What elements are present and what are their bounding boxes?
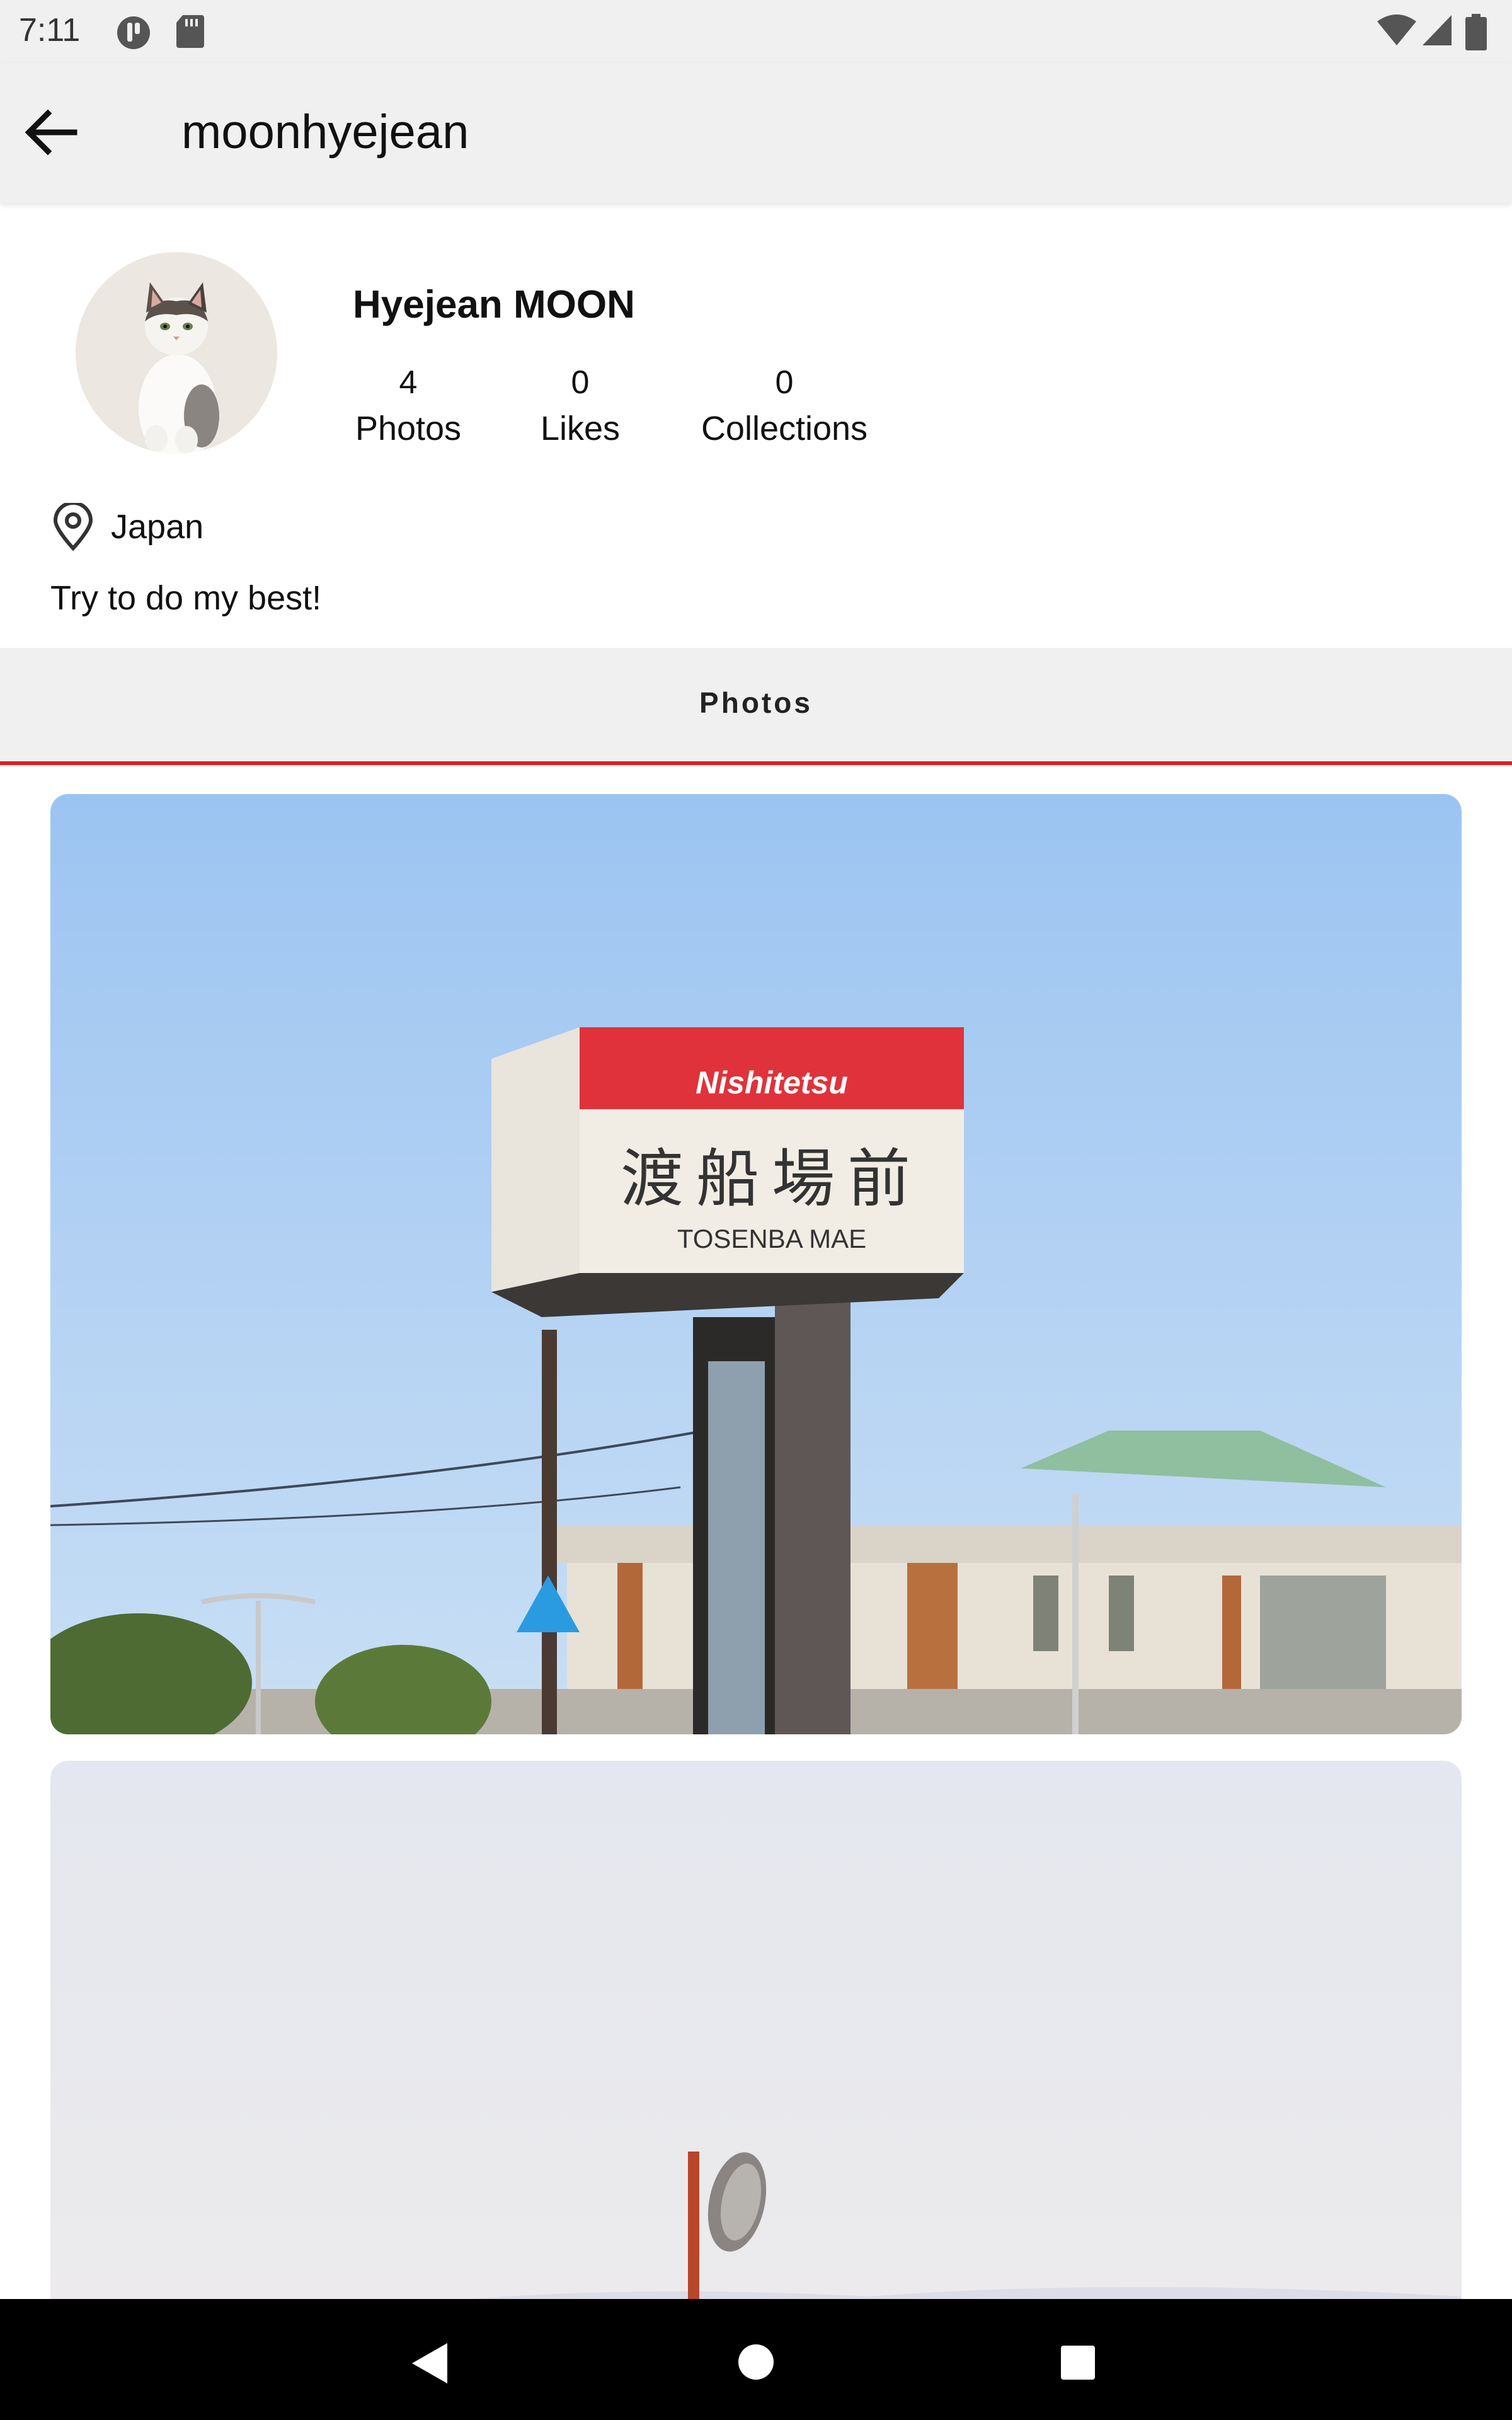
app-bar: moonhyejean bbox=[0, 63, 1512, 203]
back-triangle-icon[interactable] bbox=[410, 2341, 450, 2386]
cellular-signal-icon bbox=[1423, 15, 1452, 45]
avatar bbox=[76, 252, 277, 454]
bus-stop-photo: Nishitetsu 渡船場前 TOSENBA MAE bbox=[50, 794, 1462, 1734]
recents-square-icon[interactable] bbox=[1060, 2344, 1096, 2381]
wifi-icon bbox=[1377, 14, 1416, 45]
back-button[interactable] bbox=[19, 101, 82, 164]
navigation-bar bbox=[0, 2299, 1512, 2420]
stat-count: 4 bbox=[399, 364, 418, 401]
battery-icon bbox=[1465, 14, 1487, 50]
sign-kanji-text: 渡船場前 bbox=[621, 1142, 923, 1216]
status-time: 7:11 bbox=[19, 12, 81, 49]
stat-label: Likes bbox=[540, 410, 621, 447]
stat-photos[interactable]: 4 Photos bbox=[353, 360, 464, 452]
profile-bio: Try to do my best! bbox=[50, 579, 322, 617]
cat-avatar-image bbox=[76, 252, 277, 454]
sign-romaji-text: TOSENBA MAE bbox=[677, 1224, 866, 1253]
home-circle-icon[interactable] bbox=[737, 2343, 775, 2381]
profile-name: Hyejean MOON bbox=[353, 283, 635, 326]
location-text: Japan bbox=[111, 508, 204, 546]
arrow-left-icon bbox=[25, 109, 77, 156]
sign-brand-text: Nishitetsu bbox=[696, 1065, 848, 1100]
photo-card[interactable]: Nishitetsu 渡船場前 TOSENBA MAE bbox=[50, 794, 1462, 1734]
stat-label: Photos bbox=[355, 410, 462, 447]
location-pin-icon bbox=[53, 503, 93, 551]
stat-likes[interactable]: 0 Likes bbox=[533, 360, 627, 452]
tab-bar: Photos bbox=[0, 648, 1512, 765]
page-title: moonhyejean bbox=[181, 105, 469, 159]
stat-collections[interactable]: 0 Collections bbox=[693, 360, 876, 452]
stat-count: 0 bbox=[571, 364, 590, 401]
stat-count: 0 bbox=[775, 364, 794, 401]
tab-photos[interactable]: Photos bbox=[0, 686, 1512, 720]
status-bar: 7:11 bbox=[0, 0, 1512, 63]
stat-label: Collections bbox=[701, 410, 868, 447]
sd-card-icon bbox=[176, 15, 204, 48]
notification-icon bbox=[117, 16, 150, 49]
location-row: Japan bbox=[50, 502, 203, 552]
